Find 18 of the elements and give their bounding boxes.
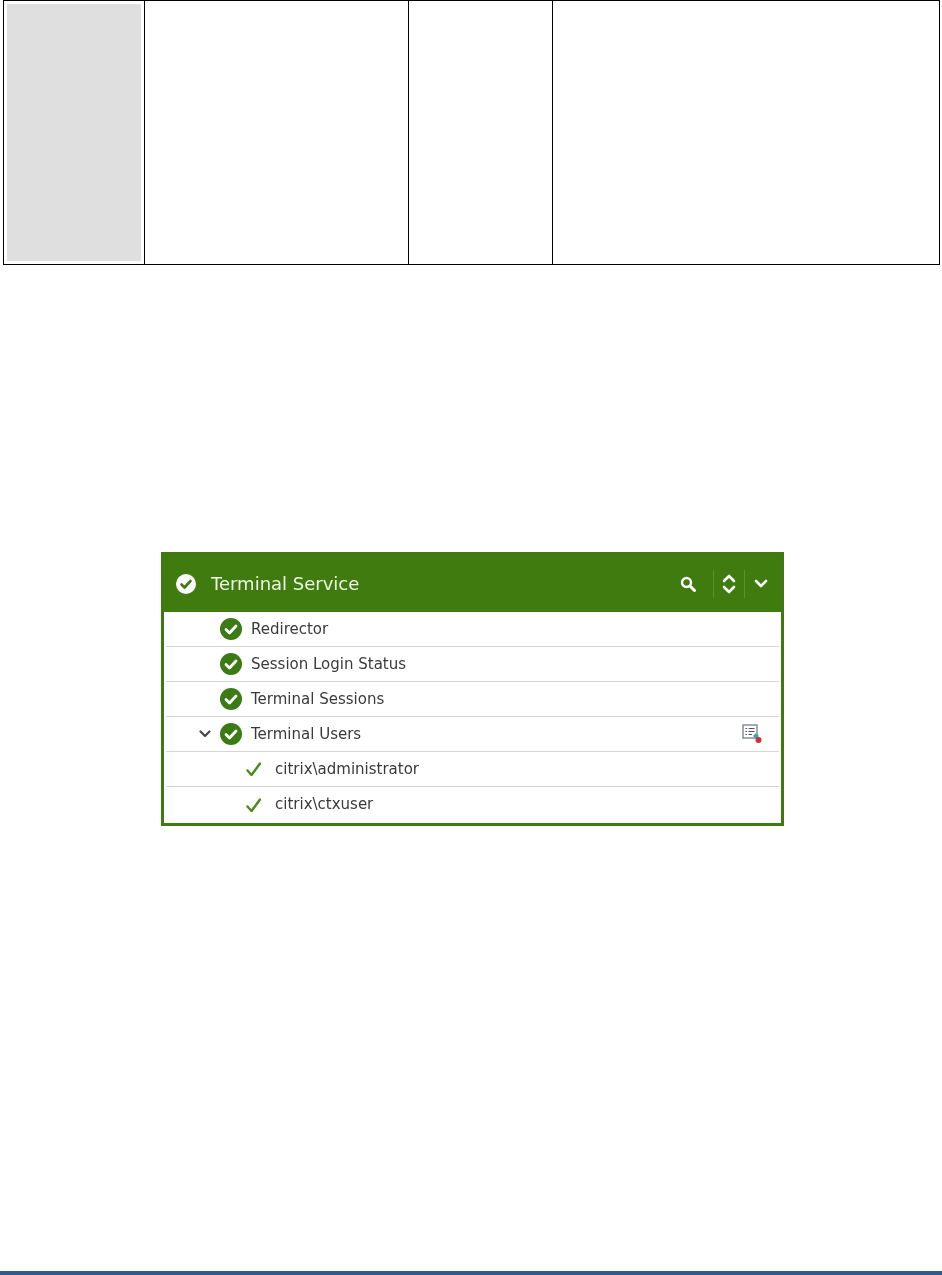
- tree-row[interactable]: citrix\ctxuser: [166, 787, 779, 822]
- tree-row[interactable]: citrix\administrator: [166, 752, 779, 787]
- chevron-down-icon[interactable]: [754, 578, 768, 589]
- tree-item-label: Terminal Users: [251, 723, 362, 745]
- chevron-up-down-icon[interactable]: [722, 572, 736, 595]
- tree-item-label: citrix\ctxuser: [275, 794, 374, 816]
- panel-title: Terminal Service: [211, 572, 360, 596]
- tree-item-label: citrix\administrator: [275, 758, 419, 780]
- tree-row[interactable]: Terminal Users: [166, 717, 779, 752]
- tree-item-label: Terminal Sessions: [251, 688, 385, 710]
- tree-row[interactable]: Redirector: [166, 612, 779, 647]
- chevron-down-icon[interactable]: [199, 730, 211, 738]
- search-icon[interactable]: [680, 575, 696, 592]
- tree-row[interactable]: Session Login Status: [166, 647, 779, 682]
- report-icon[interactable]: [742, 724, 762, 744]
- tree-row[interactable]: Terminal Sessions: [166, 682, 779, 717]
- tree-item-label: Session Login Status: [251, 653, 407, 675]
- tree-item-label: Redirector: [251, 618, 329, 640]
